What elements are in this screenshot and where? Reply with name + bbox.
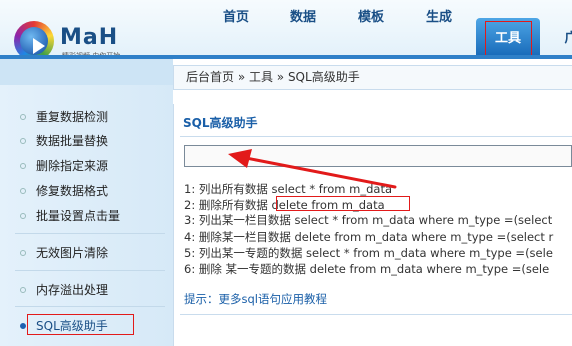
nav-more[interactable]: 广 [556, 21, 572, 57]
logo-text: MaH [60, 25, 119, 50]
sql-example: 3: 列出某一栏目数据 select * from m_data where m… [184, 213, 553, 227]
bullet-icon [20, 212, 26, 219]
sidebar-item-duplicate-check[interactable]: 重复数据检测 [20, 108, 108, 125]
sql-example: 4: 删除某一栏目数据 delete from m_data where m_t… [184, 230, 554, 244]
sql-example: 6: 删除 某一专题的数据 delete from m_data where m… [184, 262, 550, 276]
sql-example: 1: 列出所有数据 select * from m_data [184, 182, 393, 196]
sql-example: 5: 列出某一专题的数据 select * from m_data where … [184, 246, 553, 260]
bottom-divider [180, 314, 572, 315]
page-title: SQL高级助手 [183, 116, 258, 130]
bullet-icon [20, 113, 26, 120]
sidebar-item-batch-hits[interactable]: 批量设置点击量 [20, 207, 120, 224]
sidebar-item-clear-images[interactable]: 无效图片清除 [20, 244, 108, 261]
bullet-icon [20, 137, 26, 144]
sidebar-divider [15, 233, 165, 234]
sidebar-item-delete-source[interactable]: 删除指定来源 [20, 157, 108, 174]
nav-tools-annotation [485, 21, 532, 57]
sidebar [0, 59, 173, 346]
delete-example-annotation [276, 196, 410, 211]
bullet-icon [20, 322, 26, 329]
nav-template[interactable]: 模板 [342, 0, 400, 36]
bullet-icon [20, 286, 26, 293]
breadcrumb: 后台首页 » 工具 » SQL高级助手 [173, 65, 572, 90]
sidebar-divider [15, 306, 165, 307]
sidebar-sql-annotation [27, 314, 134, 335]
sidebar-item-repair-format[interactable]: 修复数据格式 [20, 182, 108, 199]
sidebar-item-batch-replace[interactable]: 数据批量替换 [20, 132, 108, 149]
bullet-icon [20, 249, 26, 256]
title-divider [180, 136, 572, 137]
nav-home[interactable]: 首页 [207, 0, 265, 36]
tutorial-link[interactable]: 提示：更多sql语句应用教程 [184, 291, 327, 307]
sidebar-header [0, 59, 173, 85]
nav-generate[interactable]: 生成 [410, 0, 468, 36]
sidebar-item-memory-overflow[interactable]: 内存溢出处理 [20, 281, 108, 298]
sidebar-divider [15, 270, 165, 271]
bullet-icon [20, 187, 26, 194]
bullet-icon [20, 162, 26, 169]
nav-data[interactable]: 数据 [274, 0, 332, 36]
sql-input[interactable] [184, 145, 572, 167]
